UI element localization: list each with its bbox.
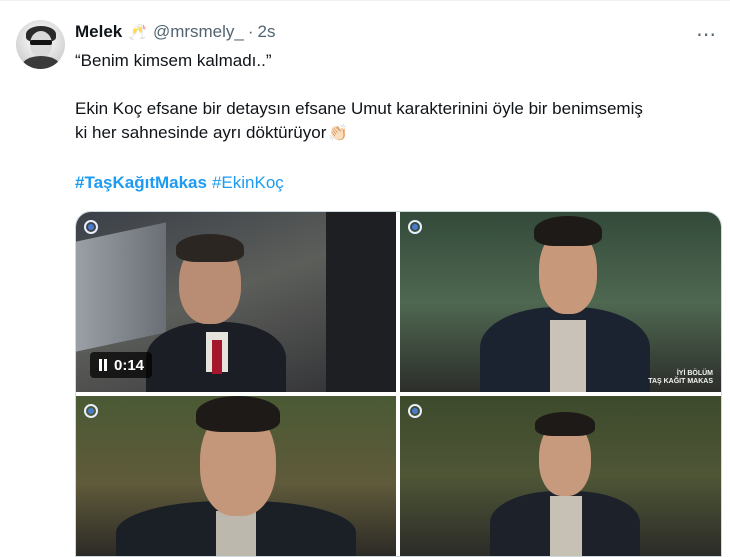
- man-hair: [535, 412, 595, 436]
- man-hair: [176, 234, 244, 262]
- man-tie: [212, 340, 222, 374]
- media-image-tile-4[interactable]: [400, 396, 721, 556]
- user-handle[interactable]: @mrsmely_: [153, 22, 244, 42]
- man-shirt: [550, 320, 586, 392]
- media-image-tile-3[interactable]: [76, 396, 396, 556]
- man-hair: [534, 216, 602, 246]
- video-duration: 0:14: [114, 356, 145, 374]
- media-video-tile[interactable]: 0:14: [76, 212, 396, 392]
- tweet-text-line-3-content: ki her sahnesinde ayrı döktürüyor: [75, 123, 327, 142]
- avatar-body: [22, 56, 60, 69]
- channel-logo-icon: [408, 220, 422, 234]
- avatar[interactable]: [16, 20, 65, 69]
- man-shirt: [550, 496, 582, 556]
- dark-pillar: [326, 212, 396, 392]
- more-options-icon[interactable]: ⋯: [696, 22, 717, 47]
- tweet-header: Melek 🥂 @mrsmely_ · 2s: [75, 20, 276, 44]
- tweet-text-line-2: Ekin Koç efsane bir detaysın efsane Umut…: [75, 99, 643, 118]
- channel-logo-icon: [84, 220, 98, 234]
- separator-dot: ·: [247, 22, 254, 41]
- man-shirt: [216, 511, 256, 556]
- tweet-text-line-3: ki her sahnesinde ayrı döktürüyor 👏🏻: [75, 121, 348, 146]
- channel-logo-icon: [84, 404, 98, 418]
- champagne-emoji-icon: 🥂: [128, 24, 147, 41]
- watermark-line-2: TAŞ KAĞIT MAKAS: [648, 378, 713, 385]
- tweet-text-line-1: “Benim kimsem kalmadı..”: [75, 51, 272, 70]
- pause-icon[interactable]: [98, 359, 108, 371]
- hashtags: #TaşKağıtMakas #EkinKoç: [75, 173, 284, 193]
- top-divider: [0, 0, 730, 1]
- media-grid: 0:14 İYİ BÖLÜM TAŞ KAĞIT MAKAS: [75, 211, 722, 557]
- avatar-glasses: [30, 40, 52, 45]
- display-name[interactable]: Melek: [75, 22, 122, 42]
- show-watermark: İYİ BÖLÜM TAŞ KAĞIT MAKAS: [648, 370, 713, 386]
- clapping-hands-emoji-icon: 👏🏻: [328, 125, 349, 142]
- man-hair: [196, 396, 280, 432]
- video-duration-badge[interactable]: 0:14: [90, 352, 153, 378]
- watermark-line-1: İYİ BÖLÜM: [676, 370, 713, 377]
- hashtag-ekin-koc[interactable]: #EkinKoç: [212, 173, 284, 192]
- car-windshield: [76, 222, 166, 352]
- media-image-tile-2[interactable]: İYİ BÖLÜM TAŞ KAĞIT MAKAS: [400, 212, 721, 392]
- hashtag-tas-kagit-makas[interactable]: #TaşKağıtMakas: [75, 173, 207, 192]
- channel-logo-icon: [408, 404, 422, 418]
- timestamp[interactable]: 2s: [258, 22, 276, 42]
